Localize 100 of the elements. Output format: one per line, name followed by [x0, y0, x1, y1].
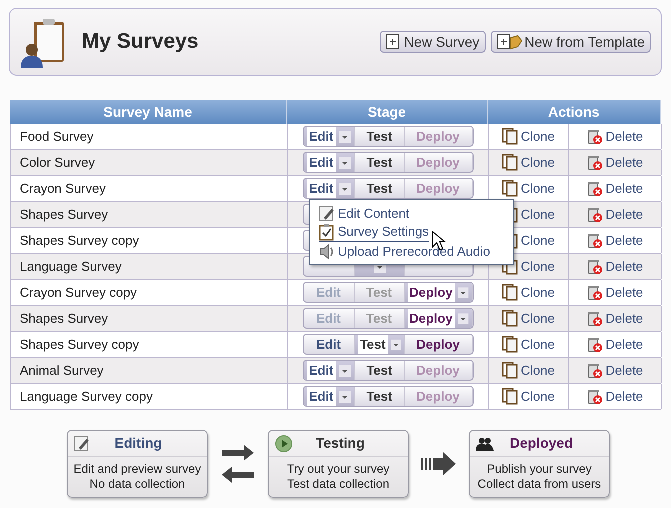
stage-switcher[interactable]: Edit Test Deploy — [302, 178, 474, 199]
clone-link[interactable]: Clone — [502, 178, 555, 198]
page-title: My Surveys — [82, 29, 200, 56]
clone-link[interactable]: Clone — [502, 334, 555, 354]
delete-link[interactable]: Delete — [586, 178, 644, 198]
menu-item[interactable]: Upload Prerecorded Audio — [319, 242, 490, 261]
delete-link[interactable]: Delete — [586, 360, 644, 380]
speaker-icon — [319, 244, 335, 260]
clone-link[interactable]: Clone — [502, 282, 555, 302]
stage-dropdown-button[interactable]: Edit — [304, 153, 356, 172]
play-icon — [275, 434, 293, 452]
clone-link[interactable]: Clone — [502, 308, 555, 328]
clone-link[interactable]: Clone — [502, 386, 555, 406]
trash-icon — [586, 154, 603, 170]
arrow-right-icon — [421, 452, 457, 476]
delete-link[interactable]: Delete — [586, 230, 644, 250]
trash-icon — [586, 128, 603, 144]
copy-icon — [502, 362, 518, 379]
stage-switcher[interactable]: Edit Test Deploy — [302, 360, 474, 381]
stage-dropdown-button[interactable]: Test — [355, 335, 406, 354]
copy-icon — [502, 388, 518, 405]
survey-name: Crayon Survey copy — [11, 280, 288, 305]
trash-icon — [586, 336, 603, 352]
delete-link[interactable]: Delete — [586, 126, 644, 146]
stage-button[interactable]: Test — [355, 153, 405, 172]
copy-icon — [502, 154, 518, 171]
trash-icon — [586, 310, 603, 326]
template-button[interactable]: New from Template — [490, 31, 651, 53]
trash-icon — [586, 232, 603, 248]
stage-dropdown-button[interactable]: Deploy — [404, 309, 472, 328]
survey-name: Shapes Survey — [11, 306, 288, 331]
stage-dropdown-button[interactable]: Deploy — [404, 283, 472, 302]
menu-item[interactable]: Edit Content — [319, 204, 410, 223]
delete-link[interactable]: Delete — [586, 386, 644, 406]
delete-link[interactable]: Delete — [586, 334, 644, 354]
card-text: Test data collection — [287, 477, 390, 492]
trash-icon — [586, 362, 603, 378]
card-title: Testing — [315, 434, 366, 453]
stage-switcher[interactable]: Edit Test Deploy — [302, 334, 474, 355]
caret-icon — [390, 338, 402, 350]
stage-switcher[interactable]: Edit Test Deploy — [302, 152, 474, 173]
stage-switcher[interactable]: Edit Test Deploy — [302, 126, 474, 147]
survey-name: Shapes Survey copy — [11, 228, 288, 253]
clone-link[interactable]: Clone — [502, 360, 555, 380]
delete-link[interactable]: Delete — [586, 152, 644, 172]
clone-link[interactable]: Clone — [502, 152, 555, 172]
stage-dropdown-button[interactable]: Edit — [304, 361, 356, 380]
stage-button[interactable]: Test — [355, 387, 405, 406]
survey-name: Shapes Survey copy — [11, 332, 288, 357]
caret-icon — [458, 286, 468, 298]
people-icon — [476, 436, 494, 450]
stage-dropdown-button[interactable]: Edit — [304, 179, 356, 198]
trash-icon — [586, 206, 603, 222]
trash-icon — [586, 284, 603, 300]
stage-button[interactable]: Test — [355, 179, 405, 198]
stage-dropdown-button[interactable]: Edit — [304, 127, 356, 146]
caret-icon — [458, 312, 468, 324]
menu-item[interactable]: Survey Settings — [319, 223, 430, 242]
stage-button[interactable]: Test — [355, 127, 405, 146]
pencil-page-icon — [74, 436, 90, 452]
card-text: Collect data from users — [478, 477, 602, 492]
stage-button[interactable]: Test — [355, 361, 405, 380]
delete-link[interactable]: Delete — [586, 308, 644, 328]
add-page-icon — [386, 34, 402, 50]
copy-icon — [502, 336, 518, 353]
card-title: Deployed — [508, 434, 574, 453]
stage-switcher[interactable]: Edit Test Deploy — [302, 282, 474, 303]
pencil-page-icon — [319, 206, 335, 222]
card-text: Try out your survey — [287, 462, 390, 477]
copy-icon — [502, 128, 518, 145]
survey-name: Food Survey — [11, 124, 288, 149]
template-icon — [496, 34, 523, 50]
caret-icon — [338, 364, 351, 376]
caret-icon — [338, 182, 351, 194]
survey-name: Crayon Survey — [11, 176, 288, 201]
clone-link[interactable]: Clone — [502, 126, 555, 146]
survey-name: Animal Survey — [11, 358, 288, 383]
delete-link[interactable]: Delete — [586, 282, 644, 302]
stage-switcher[interactable]: Edit Test Deploy — [302, 386, 474, 407]
delete-link[interactable]: Delete — [586, 256, 644, 276]
copy-icon — [502, 284, 518, 301]
stage-switcher[interactable]: Edit Test Deploy — [302, 308, 474, 329]
card-text: Publish your survey — [487, 462, 592, 477]
trash-icon — [586, 180, 603, 196]
trash-icon — [586, 258, 603, 274]
stage-button[interactable]: Deploy — [405, 335, 472, 354]
caret-icon — [338, 390, 351, 402]
card-text: No data collection — [90, 477, 186, 492]
card-title: Editing — [114, 434, 164, 453]
caret-icon — [338, 130, 351, 142]
survey-name: Shapes Survey — [11, 202, 288, 227]
copy-icon — [502, 310, 518, 327]
copy-icon — [502, 180, 518, 197]
survey-name: Language Survey copy — [11, 384, 288, 409]
stage-dropdown-button[interactable]: Edit — [304, 387, 356, 406]
card-text: Edit and preview survey — [74, 462, 202, 477]
delete-link[interactable]: Delete — [586, 204, 644, 224]
checklist-icon — [319, 224, 335, 240]
caret-icon — [338, 156, 351, 168]
new-survey-button[interactable]: New Survey — [380, 31, 486, 53]
